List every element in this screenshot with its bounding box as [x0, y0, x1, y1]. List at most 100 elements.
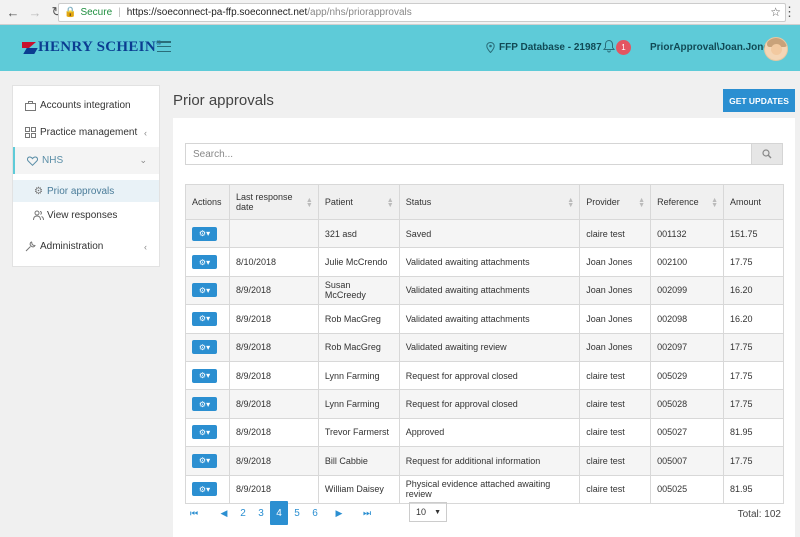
- column-header-provider[interactable]: Provider ▲ ▼: [579, 184, 652, 220]
- date-cell: 8/10/2018: [228, 247, 319, 277]
- sidebar-item-practice-management[interactable]: Practice management ‹: [13, 119, 159, 146]
- row-actions-button[interactable]: ⚙▾: [192, 453, 217, 468]
- amount-cell: 17.75: [723, 332, 784, 362]
- reference-cell: 005028: [650, 389, 725, 419]
- avatar[interactable]: [764, 37, 788, 61]
- bookmark-star-icon[interactable]: ☆: [770, 5, 781, 19]
- page-link-4-current[interactable]: 4: [270, 501, 288, 525]
- sidebar-item-label: Accounts integration: [40, 100, 131, 111]
- bell-icon[interactable]: [603, 39, 615, 53]
- patient-cell: Rob MacGreg: [317, 304, 400, 334]
- actions-cell: ⚙▾: [185, 446, 230, 476]
- page-link-2[interactable]: 2: [234, 501, 252, 525]
- gear-icon: ⚙: [34, 185, 43, 197]
- main-panel: Search... Actions Last response date ▲ ▼ P…: [173, 118, 795, 537]
- page-size-select[interactable]: 10 ▼: [409, 502, 447, 522]
- grid-icon: [24, 127, 36, 139]
- back-icon[interactable]: ←: [4, 3, 22, 21]
- patient-cell: Lynn Farming: [317, 389, 400, 419]
- row-actions-button[interactable]: ⚙▾: [192, 368, 217, 383]
- row-actions-button[interactable]: ⚙▾: [192, 255, 217, 270]
- status-cell: Validated awaiting attachments: [398, 275, 581, 306]
- notification-badge[interactable]: 1: [616, 40, 631, 55]
- page-size-value: 10: [416, 507, 427, 517]
- status-cell: Request for additional information: [398, 446, 581, 476]
- get-updates-button[interactable]: GET UPDATES: [723, 89, 795, 112]
- database-selector[interactable]: FFP Database - 21987: [486, 42, 602, 53]
- url-path: /app/nhs/priorapprovals: [307, 7, 412, 18]
- patient-cell: 321 asd: [317, 218, 400, 249]
- chevron-left-icon: ‹: [144, 127, 147, 138]
- reference-cell: 002100: [650, 247, 725, 277]
- status-cell: Request for approval closed: [398, 389, 581, 419]
- sort-icon: ▲ ▼: [305, 197, 313, 209]
- page-link-6[interactable]: 6: [306, 501, 324, 525]
- amount-cell: 81.95: [723, 474, 784, 504]
- table-row[interactable]: ⚙▾ 8/9/2018 Rob MacGreg Validated awaiti…: [185, 332, 784, 362]
- first-page-icon[interactable]: ⏮: [185, 501, 203, 525]
- user-name[interactable]: PriorApproval\Joan.Jones: [650, 42, 774, 53]
- prev-page-icon[interactable]: ◀: [215, 501, 233, 525]
- total-count: Total: 102: [737, 509, 781, 520]
- amount-cell: 17.75: [723, 360, 784, 391]
- patient-cell: Julie McCrendo: [317, 247, 400, 277]
- next-page-icon[interactable]: ▶: [330, 501, 348, 525]
- status-cell: Approved: [398, 417, 581, 448]
- date-cell: 8/9/2018: [228, 304, 319, 334]
- table-row[interactable]: ⚙▾ 8/9/2018 Susan McCreedy Validated awa…: [185, 275, 784, 306]
- status-cell: Physical evidence attached awaiting revi…: [398, 474, 581, 504]
- address-bar[interactable]: 🔒 Secure | https://soeconnect-pa-ffp.soe…: [58, 3, 786, 22]
- patient-cell: Rob MacGreg: [317, 332, 400, 362]
- search-button[interactable]: [751, 143, 783, 165]
- actions-cell: ⚙▾: [185, 247, 230, 277]
- actions-cell: ⚙▾: [185, 275, 230, 306]
- prior-approvals-table: Actions Last response date ▲ ▼ Patient ▲ ▼ S…: [185, 184, 784, 504]
- row-actions-button[interactable]: ⚙▾: [192, 340, 217, 355]
- row-actions-button[interactable]: ⚙▾: [192, 482, 217, 497]
- lock-icon: 🔒: [64, 7, 77, 18]
- row-actions-button[interactable]: ⚙▾: [192, 425, 217, 440]
- table-header-row: Actions Last response date ▲ ▼ Patient ▲ ▼ S…: [185, 184, 784, 220]
- last-page-icon[interactable]: ⏭: [358, 501, 376, 525]
- browser-menu-icon[interactable]: ⋮: [783, 5, 796, 18]
- column-header-amount[interactable]: Amount: [723, 184, 784, 220]
- column-header-reference[interactable]: Reference ▲ ▼: [650, 184, 725, 220]
- page-link-5[interactable]: 5: [288, 501, 306, 525]
- table-row[interactable]: ⚙▾ 8/9/2018 Rob MacGreg Validated awaiti…: [185, 304, 784, 334]
- row-actions-button[interactable]: ⚙▾: [192, 311, 217, 326]
- caret-down-icon: ▼: [434, 508, 441, 516]
- status-cell: Validated awaiting attachments: [398, 247, 581, 277]
- forward-icon[interactable]: →: [26, 3, 44, 21]
- actions-cell: ⚙▾: [185, 417, 230, 448]
- page-link-3[interactable]: 3: [252, 501, 270, 525]
- sidebar-item-nhs[interactable]: NHS ⌄: [13, 147, 159, 174]
- table-row[interactable]: ⚙▾ 321 asd Saved claire test 001132 151.…: [185, 218, 784, 249]
- table-row[interactable]: ⚙▾ 8/10/2018 Julie McCrendo Validated aw…: [185, 247, 784, 277]
- sidebar-item-label: View responses: [47, 209, 118, 221]
- database-label: FFP Database - 21987: [499, 42, 602, 53]
- secure-label: Secure: [80, 7, 113, 18]
- sidebar-item-prior-approvals[interactable]: ⚙ Prior approvals: [13, 180, 159, 202]
- henry-schein-logo[interactable]: HENRY SCHEIN®: [22, 39, 161, 56]
- row-actions-button[interactable]: ⚙▾: [192, 397, 217, 412]
- row-actions-button[interactable]: ⚙▾: [192, 283, 217, 298]
- table-row[interactable]: ⚙▾ 8/9/2018 Lynn Farming Request for app…: [185, 360, 784, 391]
- app-header: HENRY SCHEIN® FFP Database - 21987 1 Pri…: [0, 25, 800, 71]
- date-cell: 8/9/2018: [228, 417, 319, 448]
- table-row[interactable]: ⚙▾ 8/9/2018 Bill Cabbie Request for addi…: [185, 446, 784, 476]
- amount-cell: 151.75: [723, 218, 784, 249]
- sidebar-item-administration[interactable]: Administration ‹: [13, 233, 159, 260]
- table-row[interactable]: ⚙▾ 8/9/2018 Trevor Farmerst Approved cla…: [185, 417, 784, 448]
- provider-cell: claire test: [579, 417, 652, 448]
- table-row[interactable]: ⚙▾ 8/9/2018 Lynn Farming Request for app…: [185, 389, 784, 419]
- status-cell: Request for approval closed: [398, 360, 581, 391]
- row-actions-button[interactable]: ⚙▾: [192, 226, 217, 241]
- search-input[interactable]: Search...: [185, 143, 752, 165]
- column-header-status[interactable]: Status ▲ ▼: [398, 184, 581, 220]
- sidebar-item-view-responses[interactable]: View responses: [13, 204, 159, 226]
- amount-cell: 17.75: [723, 247, 784, 277]
- column-header-last-response-date[interactable]: Last response date ▲ ▼: [228, 184, 319, 220]
- hamburger-menu-icon[interactable]: [157, 41, 171, 52]
- column-header-patient[interactable]: Patient ▲ ▼: [317, 184, 400, 220]
- sidebar-item-accounts-integration[interactable]: Accounts integration: [13, 92, 159, 119]
